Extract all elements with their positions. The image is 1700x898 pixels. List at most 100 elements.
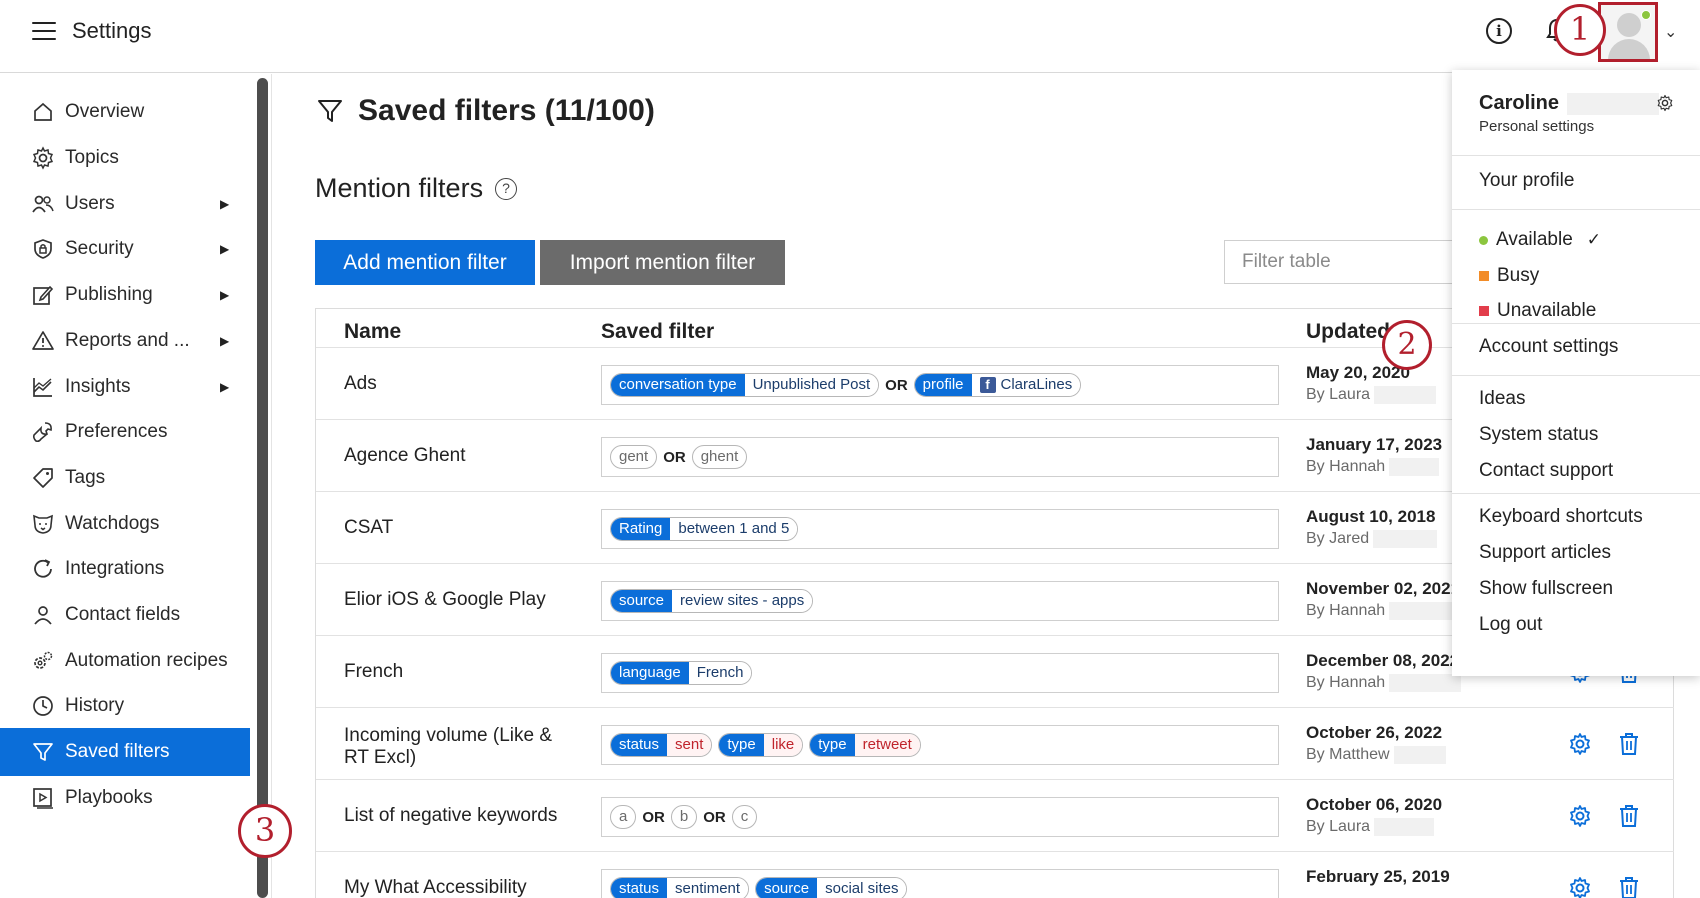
sidebar-item-contact-fields[interactable]: Contact fields [0, 591, 250, 639]
sidebar-item-watchdogs[interactable]: Watchdogs [0, 500, 250, 548]
app-title: Settings [72, 18, 152, 43]
filter-name[interactable]: Agence Ghent [344, 445, 465, 467]
saved-filter-expression: status sentiment source social sites [601, 869, 1279, 898]
status-available[interactable]: Available ✓ [1479, 229, 1601, 251]
column-header-updated[interactable]: Updated [1306, 320, 1390, 344]
menu-icon[interactable] [32, 22, 56, 42]
filter-chip-value: social sites [817, 878, 907, 898]
expand-arrow-icon[interactable]: ▶ [220, 242, 229, 256]
updated-date: October 06, 2020 [1306, 795, 1443, 814]
avatar[interactable] [1598, 2, 1658, 62]
filter-chip-key: profile [914, 374, 972, 396]
status-busy[interactable]: Busy [1479, 265, 1539, 287]
filter-name[interactable]: French [344, 661, 403, 683]
import-mention-filter-button[interactable]: Import mention filter [540, 240, 785, 285]
person-icon [31, 603, 55, 627]
table-row[interactable]: Incoming volume (Like & RT Excl) status sen… [316, 707, 1674, 780]
sidebar-item-automation-recipes[interactable]: Automation recipes [0, 637, 250, 685]
info-icon[interactable]: i [1486, 18, 1512, 44]
filter-name[interactable]: List of negative keywords [344, 805, 557, 827]
sidebar-item-label: Automation recipes [65, 650, 228, 671]
cogs-icon [31, 649, 55, 673]
personal-settings-label[interactable]: Personal settings [1479, 118, 1594, 135]
column-header-saved-filter: Saved filter [601, 320, 715, 343]
gear-icon[interactable] [1656, 94, 1674, 112]
updated-by: By Laura [1306, 386, 1437, 404]
sidebar-item-label: Tags [65, 467, 106, 488]
sidebar-item-integrations[interactable]: Integrations [0, 545, 250, 593]
saved-filter-expression: Rating between 1 and 5 [601, 509, 1279, 549]
table-row[interactable]: My What Accessibility status sentiment sour… [316, 851, 1674, 898]
menu-item-show-fullscreen[interactable]: Show fullscreen [1479, 578, 1613, 600]
expand-arrow-icon[interactable]: ▶ [220, 380, 229, 394]
menu-item-contact-support[interactable]: Contact support [1479, 460, 1613, 482]
chevron-down-icon[interactable]: ⌄ [1664, 22, 1677, 42]
sidebar-item-security[interactable]: Security ▶ [0, 225, 250, 273]
presence-dot [1641, 10, 1651, 20]
status-indicator [1479, 271, 1489, 281]
filter-chip: status sent [610, 733, 713, 757]
menu-item-support-articles[interactable]: Support articles [1479, 542, 1611, 564]
expand-arrow-icon[interactable]: ▶ [220, 334, 229, 348]
sidebar-item-insights[interactable]: Insights ▶ [0, 363, 250, 411]
help-icon[interactable]: ? [495, 177, 518, 200]
filter-chip: status sentiment [610, 877, 750, 898]
status-unavailable[interactable]: Unavailable [1479, 300, 1596, 322]
sidebar-item-history[interactable]: History [0, 682, 250, 730]
column-header-name[interactable]: Name [344, 320, 401, 344]
chart-icon [31, 375, 55, 399]
sidebar-item-label: Saved filters [65, 741, 170, 762]
page-title: Saved filters (11/100) [316, 94, 655, 128]
menu-item-keyboard-shortcuts[interactable]: Keyboard shortcuts [1479, 506, 1643, 528]
filter-name[interactable]: Incoming volume (Like & RT Excl) [344, 725, 552, 769]
keyword-chip: a [610, 805, 637, 829]
sidebar-item-reports-and[interactable]: Reports and ... ▶ [0, 317, 250, 365]
sidebar-item-label: Users [65, 193, 115, 214]
scrollbar-thumb[interactable] [257, 78, 268, 898]
menu-item-ideas[interactable]: Ideas [1479, 388, 1525, 410]
sidebar-scrollbar[interactable] [254, 74, 272, 898]
gear-icon [31, 146, 55, 170]
filter-name[interactable]: Elior iOS & Google Play [344, 589, 546, 611]
top-bar: Settings i ⌄ 1 [0, 0, 1700, 73]
sidebar-item-tags[interactable]: Tags [0, 454, 250, 502]
filter-chip: type like [718, 733, 804, 757]
sidebar-item-overview[interactable]: Overview [0, 88, 250, 136]
sidebar-item-label: Integrations [65, 558, 165, 579]
filter-table-input[interactable] [1224, 240, 1464, 284]
updated-by: By Laura [1306, 818, 1435, 836]
trash-icon[interactable] [1618, 732, 1640, 756]
filter-chip-value: Unpublished Post [744, 374, 879, 396]
filter-chip: language French [610, 661, 753, 685]
expand-arrow-icon[interactable]: ▶ [220, 197, 229, 211]
filter-name[interactable]: CSAT [344, 517, 393, 539]
menu-item-system-status[interactable]: System status [1479, 424, 1598, 446]
saved-filter-expression: source review sites - apps [601, 581, 1279, 621]
gear-icon[interactable] [1568, 804, 1592, 828]
filter-operator: OR [663, 448, 686, 466]
account-settings-item[interactable]: Account settings [1479, 336, 1618, 358]
trash-icon[interactable] [1618, 876, 1640, 898]
filter-chip-key: status [611, 878, 668, 898]
sidebar-item-topics[interactable]: Topics [0, 134, 250, 182]
add-mention-filter-button[interactable]: Add mention filter [315, 240, 535, 285]
filter-name[interactable]: My What Accessibility [344, 877, 527, 898]
user-menu-dropdown: Caroline Personal settings Your profile … [1452, 70, 1700, 676]
gear-icon[interactable] [1568, 732, 1592, 756]
tag-icon [31, 466, 55, 490]
filter-chip-key: source [756, 878, 818, 898]
sidebar-item-saved-filters[interactable]: Saved filters [0, 728, 250, 776]
your-profile-item[interactable]: Your profile [1479, 170, 1574, 192]
menu-item-log-out[interactable]: Log out [1479, 614, 1542, 636]
sidebar-item-publishing[interactable]: Publishing ▶ [0, 271, 250, 319]
sidebar-item-preferences[interactable]: Preferences [0, 408, 250, 456]
trash-icon[interactable] [1618, 804, 1640, 828]
filter-chip: profile f ClaraLines [913, 373, 1082, 397]
expand-arrow-icon[interactable]: ▶ [220, 288, 229, 302]
keyword-chip: c [731, 805, 758, 829]
sidebar-item-playbooks[interactable]: Playbooks [0, 774, 250, 822]
filter-name[interactable]: Ads [344, 373, 377, 395]
gear-icon[interactable] [1568, 876, 1592, 898]
sidebar-item-users[interactable]: Users ▶ [0, 180, 250, 228]
table-row[interactable]: List of negative keywords a OR b OR c October … [316, 779, 1674, 852]
